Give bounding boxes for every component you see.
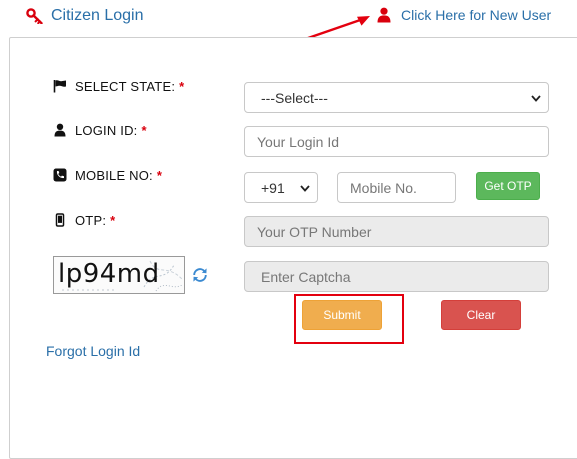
state-select-value: ---Select--- (261, 89, 328, 106)
country-code-value: +91 (261, 179, 285, 196)
required-mark: * (110, 212, 116, 228)
country-code-select[interactable]: +91 (244, 172, 318, 203)
clear-button[interactable]: Clear (441, 300, 521, 330)
state-select[interactable]: ---Select--- (244, 82, 549, 113)
new-user-link[interactable]: Click Here for New User (377, 5, 551, 25)
submit-button[interactable]: Submit (302, 300, 382, 330)
mobile-label-text: MOBILE NO: (75, 167, 153, 183)
login-id-input[interactable] (244, 126, 549, 157)
user-icon (54, 123, 66, 137)
new-user-link-label: Click Here for New User (401, 7, 552, 23)
required-mark: * (156, 167, 163, 183)
captcha-input[interactable] (244, 261, 549, 292)
login-id-label-text: LOGIN ID: (75, 122, 138, 138)
mobile-icon (55, 213, 65, 227)
page-header: Citizen Login (26, 6, 144, 26)
chevron-down-icon (531, 94, 541, 102)
otp-input[interactable] (244, 216, 549, 247)
captcha-text: lp94md (58, 259, 160, 289)
mobile-label: MOBILE NO: * (53, 166, 162, 184)
forgot-login-id-link[interactable]: Forgot Login Id (46, 343, 140, 359)
required-mark: * (141, 122, 147, 138)
phone-icon (53, 168, 67, 182)
mobile-input[interactable] (337, 172, 456, 203)
captcha-image: lp94md (53, 256, 185, 294)
page-title: Citizen Login (51, 7, 144, 24)
refresh-icon[interactable] (191, 266, 209, 284)
flag-icon (53, 80, 66, 93)
state-label-text: SELECT STATE: (75, 78, 176, 94)
otp-label: OTP: * (53, 211, 115, 229)
state-label: SELECT STATE: * (53, 77, 184, 95)
chevron-down-icon (300, 184, 310, 192)
otp-label-text: OTP: (75, 212, 107, 228)
key-icon (26, 8, 43, 24)
get-otp-button[interactable]: Get OTP (476, 172, 540, 200)
login-id-label: LOGIN ID: * (53, 121, 147, 139)
required-mark: * (179, 78, 185, 94)
